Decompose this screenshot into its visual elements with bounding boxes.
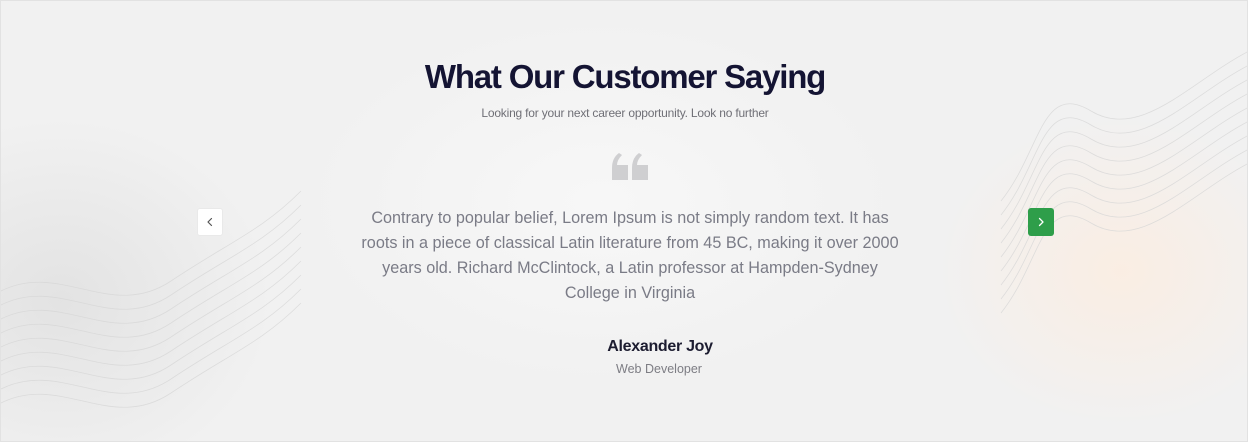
testimonials-section: What Our Customer Saying Looking for you… bbox=[0, 0, 1248, 442]
previous-testimonial-button[interactable] bbox=[197, 208, 223, 236]
section-title: What Our Customer Saying bbox=[424, 58, 826, 95]
chevron-right-icon bbox=[1038, 217, 1044, 227]
chevron-left-icon bbox=[207, 217, 213, 227]
section-subtitle: Looking for your next career opportunity… bbox=[481, 106, 769, 120]
quote-icon bbox=[612, 153, 648, 180]
author-role: Web Developer bbox=[616, 362, 702, 376]
author-name: Alexander Joy bbox=[607, 338, 713, 355]
next-testimonial-button[interactable] bbox=[1028, 208, 1054, 236]
testimonial-text: Contrary to popular belief, Lorem Ipsum … bbox=[361, 209, 899, 302]
